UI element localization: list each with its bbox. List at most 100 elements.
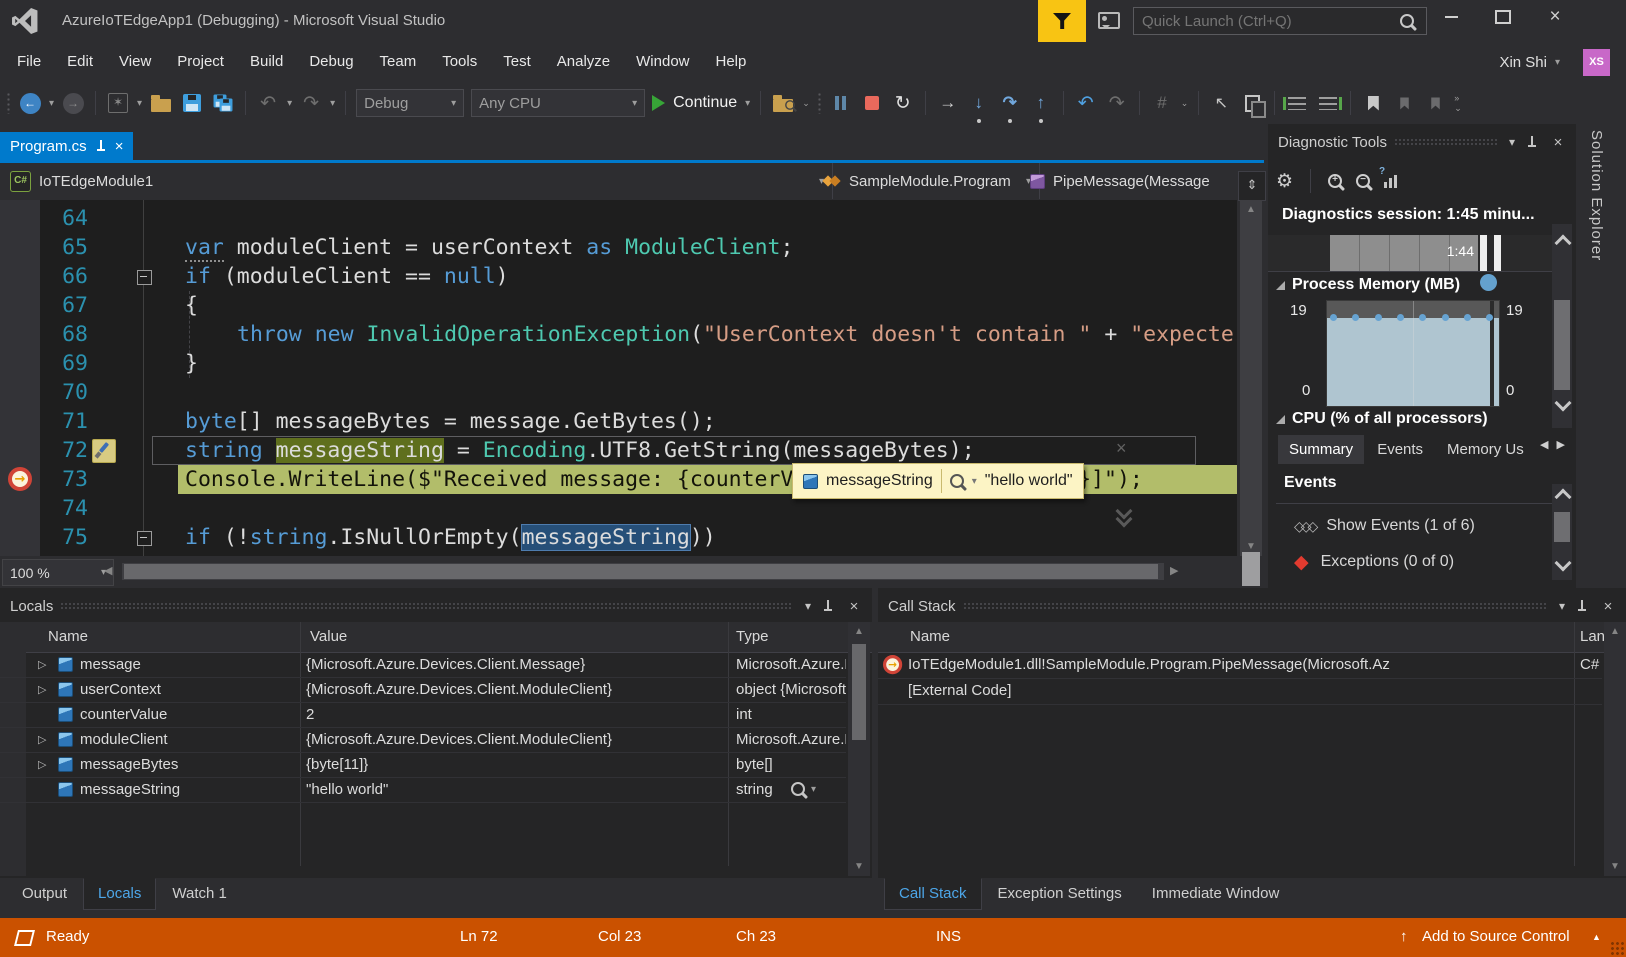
tab-exception-settings[interactable]: Exception Settings: [984, 878, 1136, 909]
new-item-button[interactable]: ✶: [106, 88, 130, 118]
user-account[interactable]: Xin Shi ▾: [1499, 42, 1560, 82]
code-line-72[interactable]: 72string messageString = Encoding.UTF8.G…: [0, 436, 1237, 465]
toolbar-options-dropdown[interactable]: ⌄: [802, 98, 810, 109]
scroll-down-icon[interactable]: [1557, 556, 1569, 573]
navigate-forward-button[interactable]: →: [61, 88, 85, 118]
breakpoint-current-statement-icon[interactable]: →: [8, 467, 32, 491]
window-position-dropdown[interactable]: ▾: [1504, 135, 1520, 149]
breakpoint-window-button[interactable]: [771, 88, 795, 118]
menu-team[interactable]: Team: [367, 42, 430, 82]
solution-explorer-side-tab[interactable]: Solution Explorer: [1588, 130, 1605, 261]
menu-project[interactable]: Project: [164, 42, 237, 82]
step-into-button[interactable]: ↓: [967, 88, 991, 118]
column-type[interactable]: Type: [736, 628, 769, 645]
code-line-64[interactable]: 64: [0, 204, 1237, 233]
call-stack-scrollbar[interactable]: ▲ ▼: [1604, 622, 1626, 876]
undo-button[interactable]: ↶: [256, 88, 280, 118]
code-editor[interactable]: 6465var moduleClient = userContext as Mo…: [0, 200, 1237, 556]
maximize-button[interactable]: [1482, 0, 1524, 34]
indent-increase-button[interactable]: [1316, 88, 1340, 118]
copy-item-button[interactable]: [1240, 88, 1264, 118]
document-tab-program-cs[interactable]: Program.cs ×: [0, 132, 133, 160]
close-icon[interactable]: ×: [1550, 134, 1566, 151]
expander-icon[interactable]: ▷: [38, 683, 51, 696]
window-position-dropdown[interactable]: ▾: [800, 599, 816, 613]
tab-immediate-window[interactable]: Immediate Window: [1138, 878, 1294, 909]
scroll-up-icon[interactable]: [1557, 236, 1569, 253]
outline-collapse-toggle[interactable]: [137, 531, 152, 546]
navigate-backward-button[interactable]: ←: [18, 88, 42, 118]
collapse-triangle-icon[interactable]: [1276, 281, 1285, 290]
column-value[interactable]: Value: [310, 628, 347, 645]
redo-dropdown[interactable]: ▾: [330, 98, 335, 109]
event-item[interactable]: ◆Exceptions (0 of 0): [1294, 548, 1454, 576]
locals-row-messageBytes[interactable]: ▷messageBytes{byte[11]}byte[]: [0, 752, 846, 778]
code-line-69[interactable]: 69}: [0, 349, 1237, 378]
menu-build[interactable]: Build: [237, 42, 296, 82]
code-line-75[interactable]: 75if (!string.IsNullOrEmpty(messageStrin…: [0, 523, 1237, 552]
scroll-down-icon[interactable]: ▼: [1240, 541, 1262, 552]
new-item-dropdown[interactable]: ▾: [137, 98, 142, 109]
member-dropdown[interactable]: PipeMessage(Message message, object user…: [1020, 163, 1257, 199]
scrollbar-thumb[interactable]: [1242, 552, 1260, 586]
stop-debugging-button[interactable]: [860, 88, 884, 118]
scroll-up-icon[interactable]: ▲: [1240, 204, 1262, 215]
expander-icon[interactable]: ▷: [38, 658, 51, 671]
navigate-back-dropdown[interactable]: ▾: [49, 98, 54, 109]
restart-button[interactable]: ↻: [891, 88, 915, 118]
scroll-left-icon[interactable]: ◀: [104, 564, 112, 577]
zoom-in-icon[interactable]: +: [1328, 174, 1342, 188]
code-text[interactable]: if (!string.IsNullOrEmpty(messageString)…: [185, 523, 716, 552]
datatip-expand-faded-icon[interactable]: [1118, 505, 1130, 525]
scroll-down-icon[interactable]: ▼: [1604, 861, 1626, 872]
outline-collapse-toggle[interactable]: [137, 270, 152, 285]
editor-horizontal-scrollbar[interactable]: [122, 563, 1164, 580]
add-to-source-control-button[interactable]: Add to Source Control: [1422, 928, 1570, 945]
locals-scrollbar[interactable]: ▲ ▼: [848, 622, 870, 876]
timeline-range[interactable]: 1:44: [1330, 235, 1478, 271]
diagnostics-timeline[interactable]: 1:44: [1268, 235, 1552, 272]
zoom-combo[interactable]: 100 % ▾: [2, 559, 114, 586]
comment-dropdown[interactable]: ⌄: [1181, 98, 1189, 109]
avatar[interactable]: XS: [1583, 49, 1610, 76]
code-line-67[interactable]: 67{: [0, 291, 1237, 320]
scroll-up-icon[interactable]: ▲: [848, 626, 870, 637]
menu-test[interactable]: Test: [490, 42, 544, 82]
process-memory-section-header[interactable]: Process Memory (MB): [1276, 276, 1460, 294]
minimize-button[interactable]: [1430, 0, 1472, 34]
toolbar-grip[interactable]: [817, 92, 822, 114]
menu-file[interactable]: File: [4, 42, 54, 82]
tab-output[interactable]: Output: [8, 878, 81, 909]
undo-edit-button[interactable]: ↶: [1074, 88, 1098, 118]
column-name[interactable]: Name: [48, 628, 88, 645]
publish-arrow-icon[interactable]: ↑: [1400, 928, 1408, 945]
tab-scroll-buttons[interactable]: ◀▶: [1540, 438, 1565, 451]
tab-close-icon[interactable]: ×: [115, 138, 124, 155]
menu-edit[interactable]: Edit: [54, 42, 106, 82]
locals-row-moduleClient[interactable]: ▷moduleClient{Microsoft.Azure.Devices.Cl…: [0, 727, 846, 753]
column-name[interactable]: Name: [910, 628, 950, 645]
diagnostic-tools-header[interactable]: Diagnostic Tools ▾ ×: [1268, 128, 1576, 156]
scroll-right-icon[interactable]: ▶: [1170, 564, 1178, 577]
code-line-71[interactable]: 71byte[] messageBytes = message.GetBytes…: [0, 407, 1237, 436]
scrollbar-thumb[interactable]: [124, 564, 1158, 579]
settings-gear-icon[interactable]: ⚙: [1276, 170, 1293, 193]
search-icon[interactable]: [1400, 14, 1414, 28]
menu-window[interactable]: Window: [623, 42, 702, 82]
quick-actions-icon[interactable]: [92, 439, 116, 463]
solution-platforms-combo[interactable]: Any CPU▾: [471, 89, 645, 117]
datatip-visualizer-dropdown[interactable]: ▾: [972, 476, 977, 487]
scrollbar-thumb[interactable]: [1554, 300, 1570, 390]
event-item[interactable]: ◇◇◇Show Events (1 of 6): [1294, 512, 1475, 540]
project-dropdown[interactable]: C# IoTEdgeModule1 ▾: [0, 163, 833, 199]
tab-watch-1[interactable]: Watch 1: [158, 878, 240, 909]
code-line-65[interactable]: 65var moduleClient = userContext as Modu…: [0, 233, 1237, 262]
code-text[interactable]: throw new InvalidOperationException("Use…: [237, 320, 1234, 349]
datatip-variable-name[interactable]: messageString: [826, 472, 933, 490]
locals-header[interactable]: Locals ▾ ×: [0, 592, 872, 620]
menu-analyze[interactable]: Analyze: [544, 42, 623, 82]
menu-tools[interactable]: Tools: [429, 42, 490, 82]
solution-configurations-combo[interactable]: Debug▾: [356, 89, 464, 117]
next-bookmark-button[interactable]: [1423, 88, 1447, 118]
menu-help[interactable]: Help: [703, 42, 760, 82]
